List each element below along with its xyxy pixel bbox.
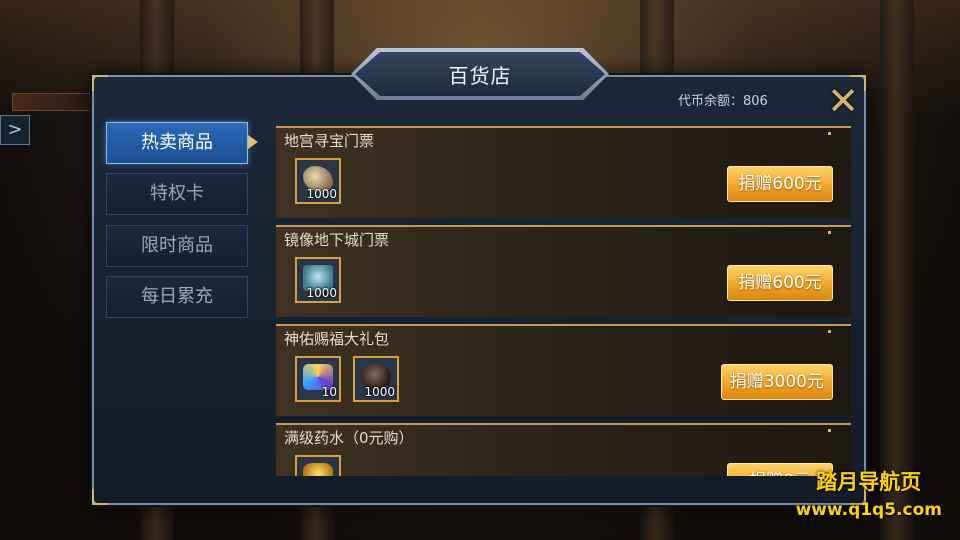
- reward-slot[interactable]: 1000: [295, 158, 341, 204]
- reward-quantity: 1000: [306, 286, 337, 300]
- title-plate: 百货店: [355, 52, 605, 96]
- reward-quantity: 10: [321, 385, 337, 399]
- reward-slot[interactable]: [295, 455, 341, 476]
- donate-button[interactable]: 捐赠600元: [727, 166, 833, 202]
- close-icon[interactable]: ✕: [824, 82, 862, 120]
- background-pillar: [880, 0, 914, 540]
- reward-quantity: 1000: [364, 385, 395, 399]
- item-name: 神佑赐福大礼包: [284, 330, 390, 348]
- item-name: 镜像地下城门票: [284, 231, 390, 249]
- shop-title: 百货店: [448, 63, 512, 88]
- list-item: 神佑赐福大礼包 10 1000 捐赠3000元: [276, 324, 851, 416]
- tab-privilege-card[interactable]: 特权卡: [106, 173, 248, 215]
- reward-slot[interactable]: 1000: [295, 257, 341, 303]
- watermark-url: www.q1q5.com: [795, 500, 942, 520]
- tab-daily-recharge[interactable]: 每日累充: [106, 276, 248, 318]
- reward-slot[interactable]: 1000: [353, 356, 399, 402]
- watermark-title: 踏月导航页: [816, 470, 922, 494]
- item-name: 地宫寻宝门票: [284, 132, 375, 150]
- tab-limited-items[interactable]: 限时商品: [106, 225, 248, 267]
- potion-icon: [303, 463, 333, 476]
- item-name: 满级药水（0元购）: [284, 429, 414, 447]
- list-item: 镜像地下城门票 1000 捐赠600元: [276, 225, 851, 317]
- donate-button[interactable]: 捐赠600元: [727, 265, 833, 301]
- reward-quantity: 1000: [306, 187, 337, 201]
- panel-corner: [92, 75, 108, 91]
- donate-button[interactable]: 捐赠3000元: [720, 364, 833, 400]
- watermark: 踏月导航页 www.q1q5.com: [796, 466, 942, 520]
- side-expand-arrow-icon[interactable]: >: [0, 115, 30, 145]
- panel-corner: [92, 489, 108, 505]
- item-list[interactable]: 地宫寻宝门票 1000 捐赠600元 镜像地下城门票 1000 捐赠600元 神…: [276, 126, 851, 476]
- coin-balance: 代币余额：806: [678, 94, 768, 109]
- active-tab-pointer-icon: [248, 135, 258, 149]
- tab-hot-items[interactable]: 热卖商品: [106, 122, 248, 164]
- list-item: 满级药水（0元购） 捐赠0元: [276, 423, 851, 476]
- list-item: 地宫寻宝门票 1000 捐赠600元: [276, 126, 851, 218]
- side-status-tag: [12, 93, 92, 111]
- reward-slot[interactable]: 10: [295, 356, 341, 402]
